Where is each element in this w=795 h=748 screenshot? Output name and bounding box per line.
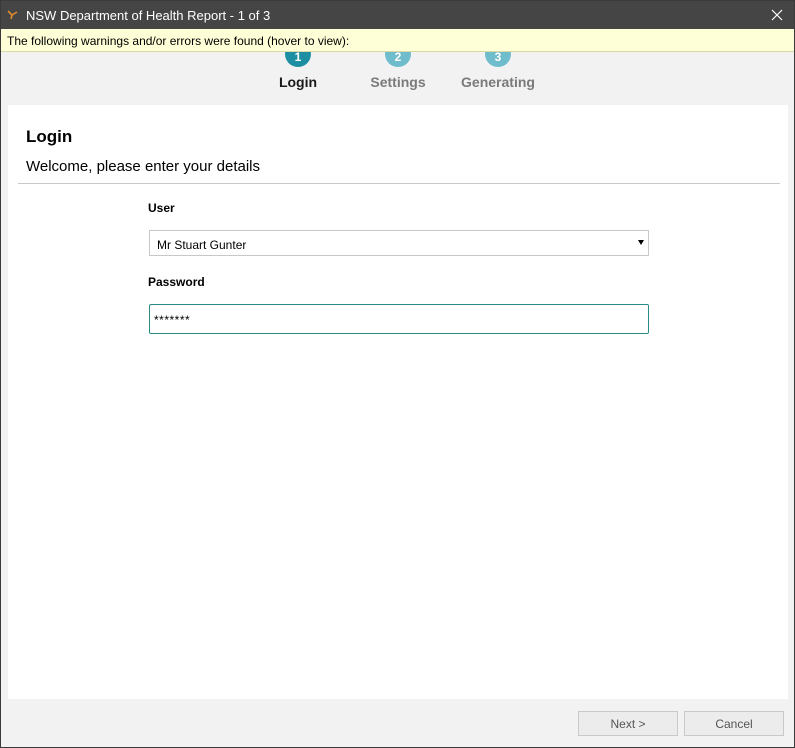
step-label: Login bbox=[278, 74, 318, 90]
cancel-button[interactable]: Cancel bbox=[684, 711, 784, 736]
login-panel: Login Welcome, please enter your details… bbox=[8, 105, 788, 699]
warnings-text: The following warnings and/or errors wer… bbox=[7, 34, 350, 48]
password-label: Password bbox=[148, 275, 205, 289]
password-input[interactable]: ******* bbox=[149, 304, 649, 334]
title-bar: NSW Department of Health Report - 1 of 3 bbox=[1, 1, 794, 29]
user-select-value: Mr Stuart Gunter bbox=[157, 238, 247, 252]
window-title: NSW Department of Health Report - 1 of 3 bbox=[26, 8, 271, 23]
wizard-footer: Next > Cancel bbox=[1, 699, 794, 747]
page-subtitle: Welcome, please enter your details bbox=[26, 158, 261, 175]
app-logo-icon bbox=[7, 8, 19, 20]
dropdown-arrow-icon[interactable] bbox=[638, 240, 644, 245]
user-label: User bbox=[148, 201, 175, 215]
next-button[interactable]: Next > bbox=[578, 711, 678, 736]
warnings-bar[interactable]: The following warnings and/or errors wer… bbox=[1, 29, 794, 52]
step-label: Generating bbox=[461, 74, 535, 90]
report-wizard-window: NSW Department of Health Report - 1 of 3… bbox=[0, 0, 795, 748]
header-divider bbox=[18, 183, 780, 184]
close-button[interactable] bbox=[760, 1, 794, 29]
close-icon bbox=[771, 9, 783, 21]
password-value: ******* bbox=[154, 313, 191, 327]
step-label: Settings bbox=[370, 74, 426, 90]
user-select[interactable]: Mr Stuart Gunter bbox=[149, 230, 649, 256]
wizard-steps: 1 Login 2 Settings 3 Generating bbox=[1, 41, 794, 105]
page-title: Login bbox=[26, 127, 73, 146]
